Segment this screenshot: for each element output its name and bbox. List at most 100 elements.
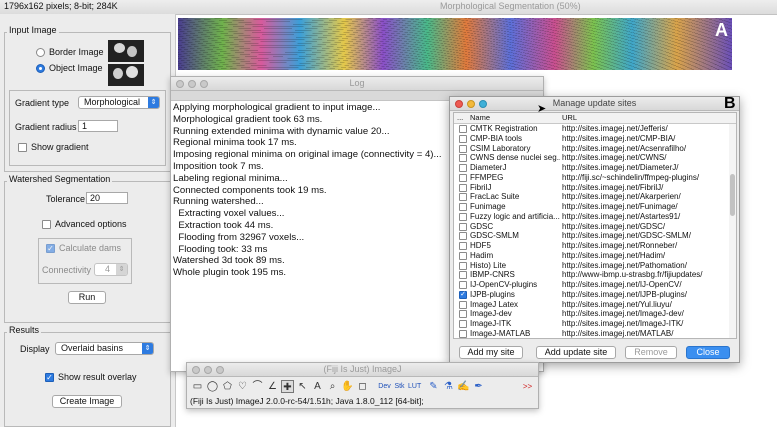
segmentation-image-canvas[interactable] <box>178 18 732 70</box>
add-my-site-button[interactable]: Add my site <box>459 346 523 359</box>
table-row[interactable]: HDF5 http://sites.imagej.net/Ronneber/ <box>454 241 728 251</box>
table-row[interactable]: GDSC http://sites.imagej.net/GDSC/ <box>454 222 728 232</box>
line-tool-icon[interactable]: ⌒ <box>251 380 264 393</box>
imagej-minimize-icon[interactable] <box>204 366 212 374</box>
site-checkbox[interactable] <box>459 164 467 172</box>
gradient-radius-input[interactable]: 1 <box>78 120 118 132</box>
table-row[interactable]: CSIM Laboratory http://sites.imagej.net/A… <box>454 144 728 154</box>
site-checkbox[interactable] <box>459 173 467 182</box>
remove-button[interactable]: Remove <box>625 346 677 359</box>
table-row[interactable]: ImageJ-MATLAB http://sites.imagej.net/MAT… <box>454 329 728 338</box>
more-tools-icon[interactable]: >> <box>521 380 534 393</box>
minimize-icon[interactable] <box>188 80 196 88</box>
site-checkbox[interactable] <box>459 242 467 250</box>
table-row[interactable]: Fuzzy logic and artificia... http://sites… <box>454 212 728 222</box>
log-title-bar[interactable]: Log <box>171 77 543 91</box>
dropper-tool-icon[interactable]: ✒ <box>472 380 485 393</box>
site-checkbox[interactable] <box>459 300 467 309</box>
log-text-area[interactable]: Applying morphological gradient to input… <box>173 102 463 370</box>
close-button[interactable]: Close <box>686 346 730 359</box>
table-row[interactable]: IBMP-CNRS http://www-ibmp.u-strasbg.fr/fi… <box>454 270 728 280</box>
color-picker-tool-icon[interactable]: ◻ <box>356 380 369 393</box>
show-overlay-checkbox[interactable]: ✓ <box>45 373 54 382</box>
oval-tool-icon[interactable]: ◯ <box>206 380 219 393</box>
table-row[interactable]: CWNS dense nuclei seg... http://sites.ima… <box>454 153 728 163</box>
advanced-options-checkbox[interactable] <box>42 220 51 229</box>
table-row[interactable]: ImageJ-ITK http://sites.imagej.net/ImageJ… <box>454 319 728 329</box>
lut-tool-icon[interactable]: LUT <box>408 380 421 393</box>
object-image-radio[interactable] <box>36 64 45 73</box>
site-checkbox[interactable] <box>459 134 467 143</box>
table-scrollbar[interactable] <box>729 124 736 338</box>
imagej-close-icon[interactable] <box>192 366 200 374</box>
table-row[interactable]: Funimage http://sites.imagej.net/Funimage… <box>454 202 728 212</box>
display-select[interactable]: Overlaid basins ⇕ <box>55 342 154 355</box>
site-checkbox[interactable] <box>459 261 467 270</box>
table-row[interactable]: FFMPEG http://fiji.sc/~schindelin/ffmpeg-… <box>454 173 728 183</box>
hand-tool-icon[interactable]: ✋ <box>341 380 354 393</box>
zoom-window-icon[interactable] <box>479 100 487 108</box>
col-check-header[interactable]: ... <box>457 113 463 123</box>
site-checkbox[interactable] <box>459 251 467 260</box>
site-checkbox[interactable] <box>459 271 467 280</box>
gradient-type-select[interactable]: Morphological ⇕ <box>78 96 160 109</box>
close-window-icon[interactable] <box>455 100 463 108</box>
table-row[interactable]: DiameterJ http://sites.imagej.net/Diamete… <box>454 163 728 173</box>
table-row[interactable]: GDSC-SMLM http://sites.imagej.net/GDSC-SM… <box>454 231 728 241</box>
site-checkbox[interactable] <box>459 232 467 241</box>
site-checkbox[interactable] <box>459 183 467 192</box>
add-update-site-button[interactable]: Add update site <box>536 346 616 359</box>
table-row[interactable]: ImageJ Latex http://sites.imagej.net/Yul.… <box>454 300 728 310</box>
table-row[interactable]: Histo) Lite http://sites.imagej.net/Patho… <box>454 261 728 271</box>
col-name-header[interactable]: Name <box>470 113 490 123</box>
site-checkbox[interactable] <box>459 329 467 338</box>
update-sites-title-bar[interactable]: Manage update sites <box>450 97 739 111</box>
stack-tool-icon[interactable]: Stk <box>393 380 406 393</box>
table-row[interactable]: ImageJ-dev http://sites.imagej.net/ImageJ… <box>454 309 728 319</box>
site-checkbox[interactable] <box>459 125 467 133</box>
create-image-button[interactable]: Create Image <box>52 395 122 408</box>
site-checkbox[interactable] <box>459 144 467 153</box>
text-tool-icon[interactable]: A <box>311 380 324 393</box>
site-checkbox[interactable] <box>459 320 467 328</box>
minimize-window-icon[interactable] <box>467 100 475 108</box>
table-row[interactable]: FibrilJ http://sites.imagej.net/FibrilJ/ <box>454 183 728 193</box>
site-checkbox[interactable] <box>459 203 467 211</box>
scrollbar-thumb[interactable] <box>730 174 735 216</box>
table-row[interactable]: CMP-BIA tools http://sites.imagej.net/CMP… <box>454 134 728 144</box>
imagej-zoom-icon[interactable] <box>216 366 224 374</box>
table-row[interactable]: ✓ IJPB-plugins http://sites.imagej.net/IJP… <box>454 290 728 300</box>
table-row[interactable]: IJ-OpenCV-plugins http://sites.imagej.net… <box>454 280 728 290</box>
polygon-tool-icon[interactable]: ⬠ <box>221 380 234 393</box>
table-row[interactable]: Hadim http://sites.imagej.net/Hadim/ <box>454 251 728 261</box>
flood-fill-tool-icon[interactable]: ⚗ <box>442 380 455 393</box>
wand-tool-icon[interactable]: ↖ <box>296 380 309 393</box>
site-checkbox[interactable] <box>459 193 467 202</box>
close-icon[interactable] <box>176 80 184 88</box>
site-checkbox[interactable] <box>459 310 467 319</box>
point-tool-icon[interactable]: ✚ <box>281 380 294 393</box>
site-checkbox[interactable]: ✓ <box>459 290 467 299</box>
border-image-radio[interactable] <box>36 48 45 57</box>
col-url-header[interactable]: URL <box>562 113 577 123</box>
magnifier-tool-icon[interactable]: ⌕ <box>326 380 339 393</box>
tolerance-input[interactable]: 20 <box>86 192 128 204</box>
table-row[interactable]: FracLac Suite http://sites.imagej.net/Aka… <box>454 192 728 202</box>
brush-tool-icon[interactable]: ✎ <box>427 380 440 393</box>
connectivity-select[interactable]: 4 ⇕ <box>94 263 128 276</box>
rectangle-tool-icon[interactable]: ▭ <box>191 380 204 393</box>
table-row[interactable]: CMTK Registration http://sites.imagej.net… <box>454 124 728 134</box>
image-title-bar[interactable]: 1796x162 pixels; 8-bit; 284K Morphologic… <box>0 0 777 15</box>
dev-tool-icon[interactable]: Dev <box>378 380 391 393</box>
freehand-tool-icon[interactable]: ♡ <box>236 380 249 393</box>
site-checkbox[interactable] <box>459 281 467 289</box>
calculate-dams-checkbox[interactable]: ✓ <box>46 244 55 253</box>
run-button[interactable]: Run <box>68 291 106 304</box>
site-checkbox[interactable] <box>459 154 467 163</box>
site-checkbox[interactable] <box>459 212 467 221</box>
site-checkbox[interactable] <box>459 222 467 231</box>
angle-tool-icon[interactable]: ∠ <box>266 380 279 393</box>
paint-tool-icon[interactable]: ✍ <box>457 380 470 393</box>
show-gradient-checkbox[interactable] <box>18 143 27 152</box>
imagej-title-bar[interactable]: (Fiji Is Just) ImageJ <box>187 363 538 377</box>
